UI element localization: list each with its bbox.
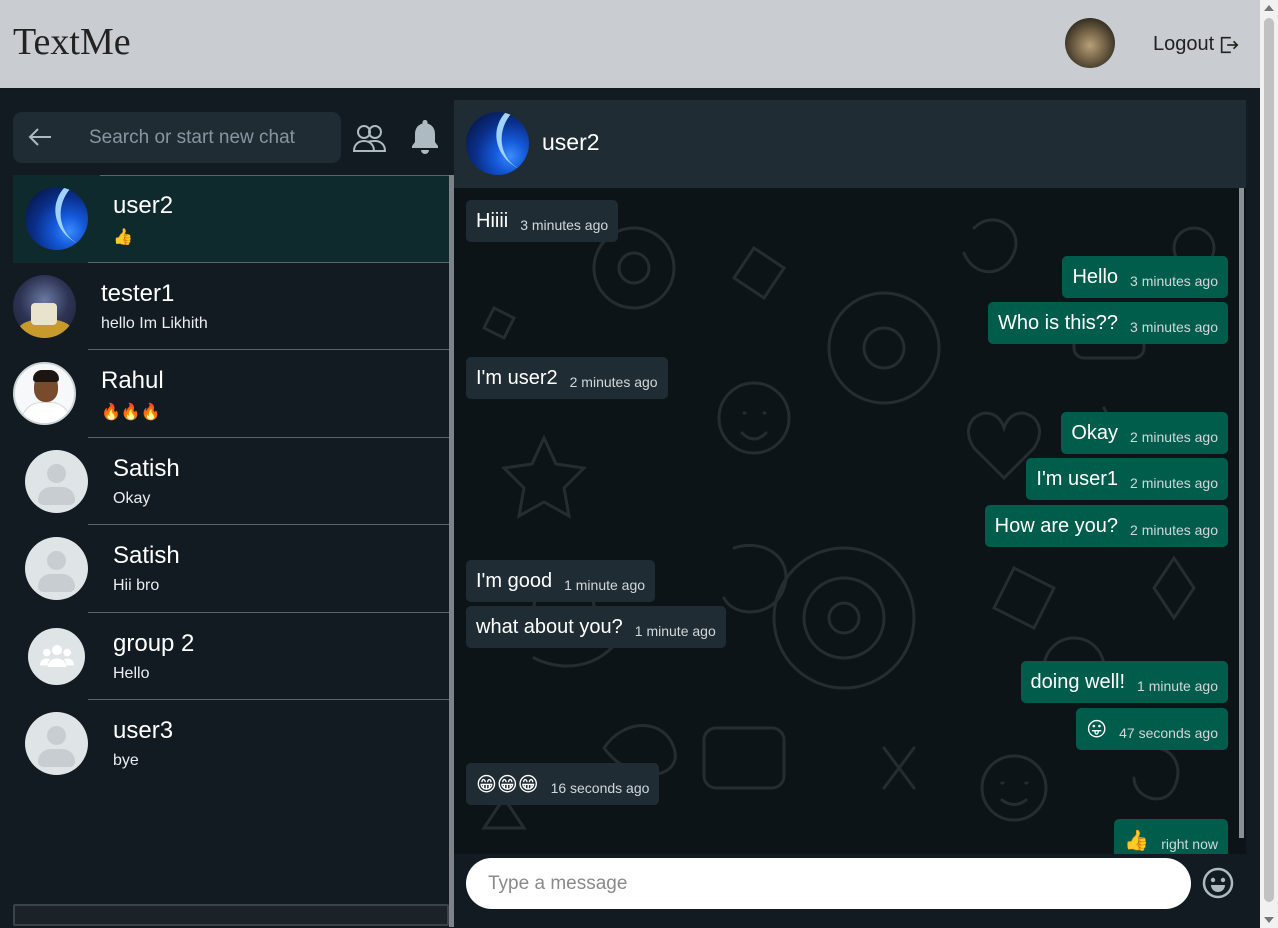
app-title: TextMe	[13, 21, 131, 63]
message-bubble-outgoing[interactable]: How are you? 2 minutes ago	[984, 505, 1228, 547]
chat-name: Rahul	[101, 367, 164, 394]
message-bubble-incoming[interactable]: what about you? 1 minute ago	[466, 606, 726, 648]
avatar	[13, 274, 76, 338]
profile-avatar[interactable]	[1065, 18, 1115, 68]
message-time: 2 minutes ago	[1130, 429, 1218, 445]
message-bubble-outgoing[interactable]: I'm user1 2 minutes ago	[1026, 458, 1228, 500]
chat-name: Satish	[113, 454, 180, 482]
message-text: Okay	[1071, 421, 1119, 444]
page-scrollbar-thumb[interactable]	[1264, 18, 1274, 902]
message-time: 16 seconds ago	[550, 780, 650, 796]
message-bubble-outgoing[interactable]: Hello 3 minutes ago	[1062, 256, 1228, 298]
sidebar: Search or start new chat user2 👍 tester1…	[0, 88, 454, 928]
conversation-header[interactable]: user2	[454, 100, 1246, 188]
message-time: 3 minutes ago	[1130, 319, 1218, 335]
chat-name: Satish	[113, 542, 180, 569]
message-time: 3 minutes ago	[520, 217, 609, 233]
chat-name: group 2	[113, 629, 195, 657]
sidebar-horizontal-scrollbar[interactable]	[13, 904, 449, 926]
chat-item-rahul[interactable]: Rahul 🔥🔥🔥	[13, 350, 449, 438]
chat-last-message: Hello	[113, 664, 150, 682]
notification-bell-icon[interactable]	[410, 118, 440, 154]
search-box[interactable]: Search or start new chat	[13, 112, 341, 163]
message-time: 2 minutes ago	[1130, 475, 1218, 491]
message-time: 47 seconds ago	[1119, 725, 1218, 741]
chat-last-message: Okay	[113, 489, 151, 507]
back-arrow-icon[interactable]	[27, 126, 53, 148]
top-bar: TextMe Logout	[0, 0, 1260, 88]
chat-last-message: 🔥🔥🔥	[101, 404, 161, 421]
scroll-down-arrow-icon[interactable]	[1264, 917, 1274, 923]
chat-item-user2[interactable]: user2 👍	[13, 175, 449, 263]
chat-last-message: Hii bro	[113, 577, 160, 594]
message-bubble-outgoing[interactable]: 👍 right now	[1114, 819, 1228, 854]
chat-last-message: bye	[113, 752, 139, 769]
message-time: 2 minutes ago	[1130, 522, 1218, 538]
message-time: 3 minutes ago	[1130, 273, 1218, 289]
logout-label: Logout	[1153, 33, 1215, 55]
divider	[100, 175, 449, 176]
conversation-panel: user2 Hiiii 3 minutes ago Hello 3 minute…	[454, 100, 1246, 915]
message-text: 😁😁😁	[476, 773, 539, 796]
message-text: How are you?	[994, 514, 1119, 537]
group-avatar-icon	[28, 627, 85, 685]
page-scrollbar[interactable]	[1260, 0, 1278, 928]
message-bubble-outgoing[interactable]: Okay 2 minutes ago	[1061, 412, 1228, 454]
avatar	[25, 537, 88, 600]
message-text: Hiiii	[476, 209, 509, 232]
message-text: 😛	[1086, 718, 1108, 741]
message-bubble-outgoing[interactable]: doing well! 1 minute ago	[1020, 661, 1228, 703]
avatar	[25, 712, 88, 775]
message-text: Who is this??	[997, 311, 1119, 334]
avatar	[25, 449, 88, 513]
message-text: I'm user2	[476, 366, 558, 389]
message-area: Hiiii 3 minutes ago Hello 3 minutes ago …	[454, 188, 1246, 854]
new-group-icon[interactable]	[352, 123, 386, 153]
message-bubble-outgoing[interactable]: 😛 47 seconds ago	[1076, 708, 1228, 750]
message-time: 1 minute ago	[564, 577, 646, 593]
message-time: 2 minutes ago	[569, 374, 658, 390]
message-input-placeholder: Type a message	[488, 873, 628, 894]
avatar	[25, 187, 88, 250]
chat-item-group-2[interactable]: group 2 Hello	[13, 613, 449, 700]
message-text: doing well!	[1030, 670, 1126, 693]
chat-item-satish[interactable]: Satish Okay	[13, 438, 449, 525]
search-input[interactable]: Search or start new chat	[89, 127, 295, 149]
message-bubble-outgoing[interactable]: Who is this?? 3 minutes ago	[987, 302, 1228, 344]
message-bubble-incoming[interactable]: I'm good 1 minute ago	[466, 560, 656, 602]
message-time: 1 minute ago	[1137, 678, 1218, 694]
message-bubble-incoming[interactable]: 😁😁😁 16 seconds ago	[466, 763, 660, 805]
message-time: right now	[1161, 836, 1218, 852]
message-input[interactable]: Type a message	[466, 858, 1191, 909]
message-bubble-incoming[interactable]: I'm user2 2 minutes ago	[466, 357, 668, 399]
message-scrollbar[interactable]	[1239, 188, 1244, 838]
chat-last-message: hello Im Likhith	[101, 314, 208, 332]
message-text: I'm user1	[1036, 467, 1119, 490]
message-bubble-incoming[interactable]: Hiiii 3 minutes ago	[466, 200, 619, 242]
message-time: 1 minute ago	[634, 623, 716, 639]
avatar	[13, 362, 76, 425]
logout-button[interactable]: Logout	[1153, 33, 1240, 56]
message-text: Hello	[1072, 265, 1119, 288]
chat-item-tester1[interactable]: tester1 hello Im Likhith	[13, 263, 449, 350]
chat-list: user2 👍 tester1 hello Im Likhith Rahul 🔥…	[13, 175, 449, 788]
message-text: I'm good	[476, 569, 553, 592]
conversation-title: user2	[542, 129, 600, 155]
scroll-up-arrow-icon[interactable]	[1264, 5, 1274, 11]
chat-name: user3	[113, 717, 174, 744]
logout-icon	[1221, 36, 1239, 53]
chat-item-satish[interactable]: Satish Hii bro	[13, 525, 449, 613]
chat-item-user3[interactable]: user3 bye	[13, 700, 449, 788]
chat-name: tester1	[101, 279, 175, 307]
chat-name: user2	[113, 192, 174, 219]
emoji-icon[interactable]	[1202, 867, 1234, 899]
chat-last-message: 👍	[113, 229, 133, 246]
message-text: 👍	[1124, 829, 1150, 852]
avatar	[466, 112, 529, 175]
message-text: what about you?	[476, 615, 623, 638]
message-composer: Type a message	[454, 854, 1246, 915]
